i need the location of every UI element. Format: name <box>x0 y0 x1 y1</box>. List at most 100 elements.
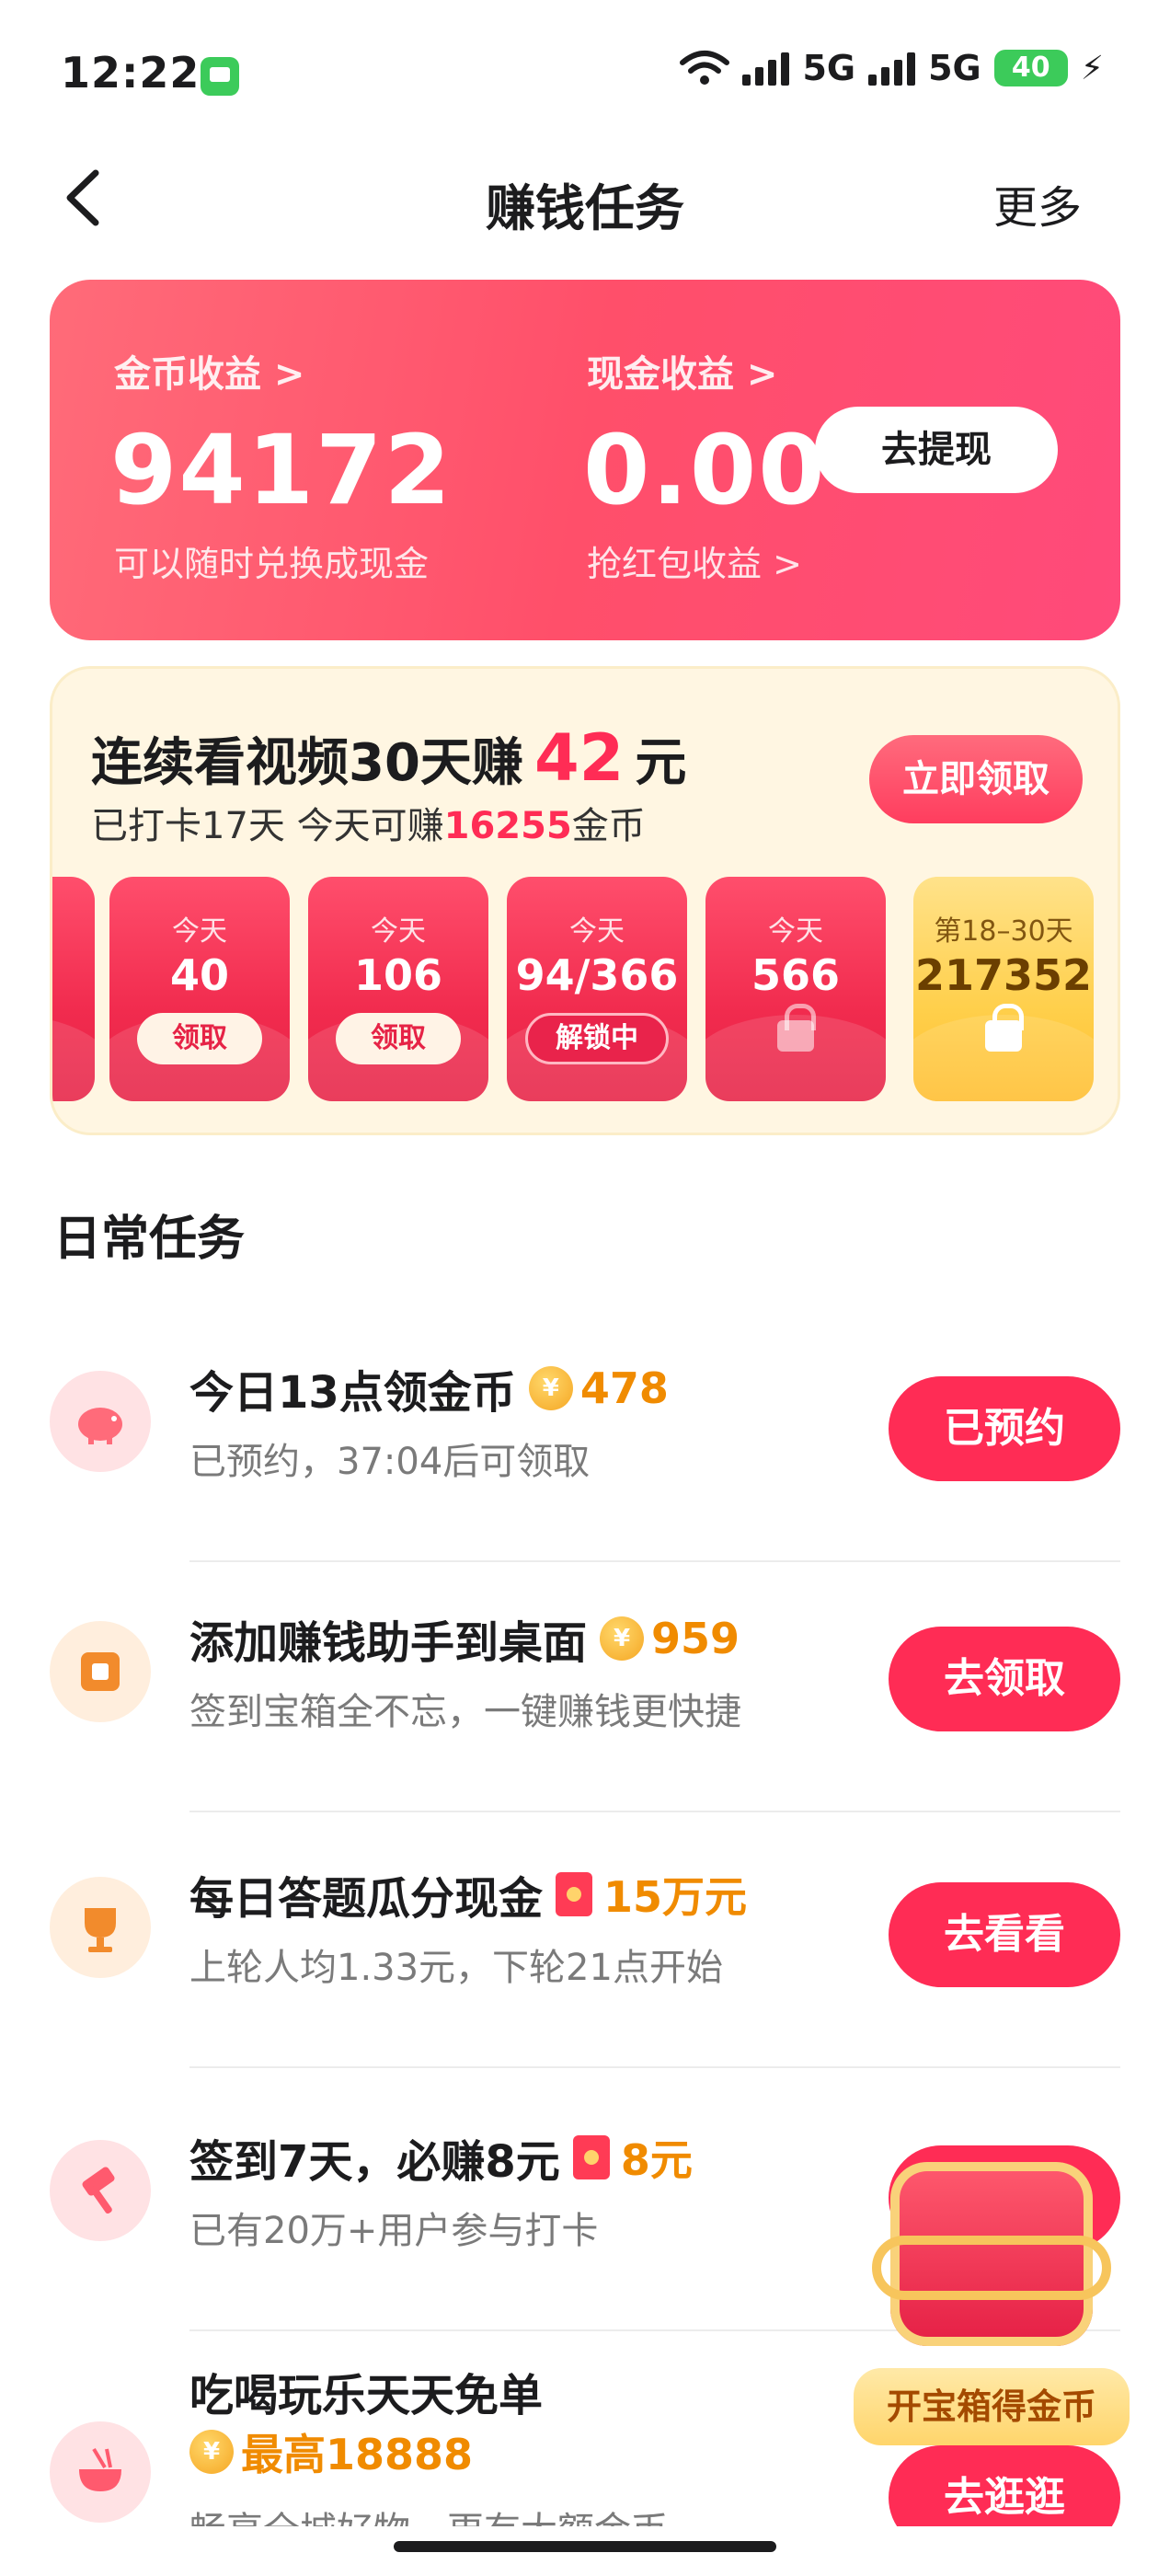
lock-icon <box>985 1004 1024 1052</box>
task-title-text: 每日答题瓜分现金 <box>189 1873 544 1925</box>
day-card[interactable]: 今天 106 领取 <box>308 877 488 1101</box>
reward-amount: 8元 <box>620 2135 693 2185</box>
day-value: 566 <box>751 950 841 1000</box>
day-card[interactable]: 今天 94/366 解锁中 <box>507 877 687 1101</box>
streak-amount: 42 <box>533 720 625 796</box>
task-title-text: 今日13点领金币 <box>189 1367 516 1419</box>
cash-balance: 0.00 <box>583 414 827 526</box>
chest-ring <box>872 2236 1111 2300</box>
video-streak-card: 连续看视频30天赚 42 元 已打卡17天 今天可赚16255金币 立即领取 今… <box>50 666 1120 1135</box>
day-value: 40 <box>169 950 229 1000</box>
bowl-icon <box>50 2421 151 2523</box>
day-label: 今天 <box>172 915 227 948</box>
trophy-icon <box>50 1877 151 1978</box>
status-time: 12:22 <box>61 48 201 98</box>
task-item[interactable]: 添加赚钱助手到桌面 ¥959 签到宝箱全不忘，一键赚钱更快捷 去领取 <box>50 1573 1120 1812</box>
unlocking-badge: 解锁中 <box>525 1013 669 1064</box>
earnings-card: 金币收益 > 94172 可以随时兑换成现金 现金收益 > 0.00 抢红包收益… <box>50 280 1120 640</box>
task-reward-value: ¥ 最高18888 <box>189 2421 473 2482</box>
coin-exchange-hint: 可以随时兑换成现金 <box>114 544 430 584</box>
widget-icon <box>50 1621 151 1722</box>
day-label: 今天 <box>371 915 426 948</box>
day-card-locked[interactable]: 今天 566 <box>705 877 886 1101</box>
treasure-chest-widget[interactable]: 开宝箱得金币 <box>854 2134 1130 2447</box>
hammer-icon <box>50 2140 151 2241</box>
coin-icon: ¥ <box>528 1366 573 1410</box>
day-value: 217352 <box>914 950 1093 1000</box>
divider <box>189 2066 1120 2068</box>
home-indicator[interactable] <box>394 2541 776 2552</box>
reward-amount: 959 <box>651 1614 740 1663</box>
task-item[interactable]: 今日13点领金币 ¥478 已预约，37:04后可领取 已预约 <box>50 1323 1120 1562</box>
task-subtitle: 已有20万+用户参与打卡 <box>189 2210 599 2252</box>
task-title: 添加赚钱助手到桌面 ¥959 <box>189 1606 740 1671</box>
withdraw-button[interactable]: 去提现 <box>815 407 1058 493</box>
task-subtitle: 已预约，37:04后可领取 <box>189 1441 591 1483</box>
day-card[interactable] <box>52 877 95 1101</box>
day-label: 今天 <box>569 915 625 948</box>
red-envelope-icon <box>556 1872 593 1916</box>
task-title: 签到7天，必赚8元 8元 <box>189 2125 693 2190</box>
network-label: 5G <box>928 48 981 88</box>
task-subtitle: 上轮人均1.33元，下轮21点开始 <box>189 1947 723 1989</box>
network-label: 5G <box>802 48 856 88</box>
coin-earnings-link[interactable]: 金币收益 > <box>114 344 304 397</box>
task-title-text: 添加赚钱助手到桌面 <box>189 1617 588 1669</box>
today-coins: 16255 <box>443 805 572 847</box>
task-item[interactable]: 每日答题瓜分现金 15万元 上轮人均1.33元，下轮21点开始 去看看 <box>50 1829 1120 2068</box>
battery-icon: 40 <box>993 50 1068 86</box>
coin-icon: ¥ <box>600 1616 645 1661</box>
task-reward: 15万元 <box>556 1864 747 1925</box>
coin-icon: ¥ <box>189 2430 234 2474</box>
streak-unit: 元 <box>635 733 687 793</box>
streak-title-text: 连续看视频30天赚 <box>91 733 523 793</box>
streak-title: 连续看视频30天赚 42 元 <box>91 720 686 796</box>
navigation-bar: 赚钱任务 更多 <box>0 147 1170 248</box>
task-reward: 8元 <box>572 2127 693 2188</box>
task-subtitle: 畅享全城好物，更有大额金币 <box>189 2501 668 2526</box>
streak-progress: 已打卡17天 今天可赚16255金币 <box>91 796 646 849</box>
task-reward: ¥959 <box>600 1614 740 1663</box>
view-button[interactable]: 去看看 <box>889 1882 1120 1987</box>
task-title: 每日答题瓜分现金 15万元 <box>189 1862 747 1926</box>
more-button[interactable]: 更多 <box>993 171 1082 236</box>
status-indicators: 5G 5G 40 ⚡ <box>680 48 1104 88</box>
day-label: 今天 <box>768 915 823 948</box>
task-title: 吃喝玩乐天天免单 <box>189 2370 544 2421</box>
streak-day-list[interactable]: 今天 40 领取 今天 106 领取 今天 94/366 解锁中 今天 566 … <box>52 877 1118 1101</box>
reward-amount: 最高18888 <box>241 2430 474 2479</box>
task-title-text: 签到7天，必赚8元 <box>189 2136 560 2188</box>
lock-icon <box>777 1004 816 1052</box>
signal-icon <box>868 51 916 86</box>
day-card-final[interactable]: 第18–30天 217352 <box>913 877 1094 1101</box>
red-envelope-icon <box>572 2135 610 2179</box>
coins-unit: 金币 <box>571 805 646 847</box>
day-card[interactable]: 今天 40 领取 <box>109 877 290 1101</box>
task-subtitle: 签到宝箱全不忘，一键赚钱更快捷 <box>189 1691 741 1733</box>
divider <box>189 1560 1120 1562</box>
divider <box>189 1811 1120 1812</box>
reward-amount: 478 <box>579 1363 669 1413</box>
claim-day-button[interactable]: 领取 <box>137 1013 262 1064</box>
day-value: 106 <box>353 950 443 1000</box>
task-reward: ¥ 最高18888 <box>189 2421 473 2482</box>
day-label: 第18–30天 <box>934 915 1073 948</box>
reward-amount: 15万元 <box>603 1872 748 1922</box>
claim-button[interactable]: 去领取 <box>889 1627 1120 1731</box>
reserved-button[interactable]: 已预约 <box>889 1376 1120 1481</box>
task-title: 今日13点领金币 ¥478 <box>189 1356 669 1420</box>
claim-day-button[interactable]: 领取 <box>336 1013 461 1064</box>
cash-earnings-link[interactable]: 现金收益 > <box>587 344 777 397</box>
claim-now-button[interactable]: 立即领取 <box>869 735 1083 823</box>
red-packet-earnings-link[interactable]: 抢红包收益 > <box>587 535 802 586</box>
piggy-bank-icon <box>50 1371 151 1472</box>
daily-tasks-heading: 日常任务 <box>53 1212 246 1267</box>
browse-button[interactable]: 去逛逛 <box>889 2445 1120 2526</box>
wifi-icon <box>680 51 730 85</box>
task-reward: ¥478 <box>528 1363 669 1413</box>
message-notification-icon <box>201 57 239 96</box>
signal-icon <box>742 51 790 86</box>
streak-progress-text: 已打卡17天 今天可赚 <box>91 805 444 847</box>
open-chest-label: 开宝箱得金币 <box>854 2368 1130 2445</box>
status-bar: 12:22 5G 5G 40 ⚡ <box>0 0 1170 138</box>
